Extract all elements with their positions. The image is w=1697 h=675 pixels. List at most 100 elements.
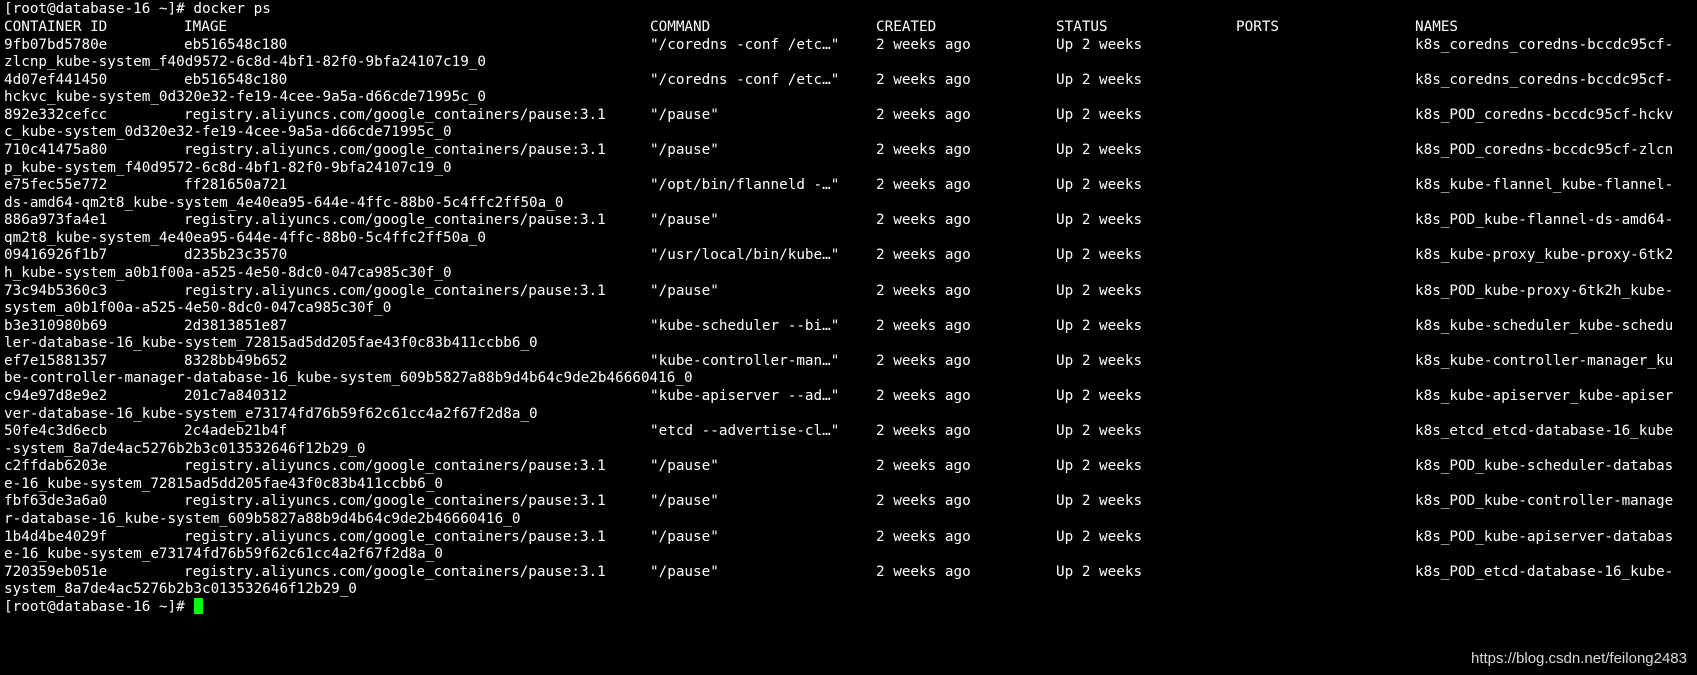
row-command: "/pause" <box>650 282 719 299</box>
row-container-id: e75fec55e772 <box>4 177 108 194</box>
row-command: "/pause" <box>650 458 719 475</box>
watermark-url: https://blog.csdn.net/feilong2483 <box>1471 650 1687 667</box>
row-command: "/pause" <box>650 212 719 229</box>
text-cursor <box>194 597 204 614</box>
row-names: k8s_POD_kube-proxy-6tk2h_kube- <box>1415 282 1674 299</box>
row-image: registry.aliyuncs.com/google_containers/… <box>184 458 606 475</box>
row-image: 8328bb49b652 <box>184 352 288 369</box>
row-command: "/opt/bin/flanneld -…" <box>650 177 840 194</box>
shell-prompt: [root@database-16 ~]# <box>4 1 194 17</box>
row-container-id: b3e310980b69 <box>4 317 108 334</box>
table-row-wrapped-names: r-database-16_kube-system_609b5827a88b9d… <box>4 511 521 528</box>
row-image: registry.aliyuncs.com/google_containers/… <box>184 563 606 580</box>
row-status: Up 2 weeks <box>1056 458 1143 475</box>
row-command: "/pause" <box>650 106 719 123</box>
row-status: Up 2 weeks <box>1056 423 1143 440</box>
row-image: registry.aliyuncs.com/google_containers/… <box>184 106 606 123</box>
row-status: Up 2 weeks <box>1056 388 1143 404</box>
shell-prompt: [root@database-16 ~]# <box>4 598 194 615</box>
row-names: k8s_etcd_etcd-database-16_kube <box>1415 423 1674 440</box>
row-status: Up 2 weeks <box>1056 36 1143 53</box>
row-names: k8s_POD_coredns-bccdc95cf-hckv <box>1415 106 1674 123</box>
row-command: "/pause" <box>650 141 719 158</box>
row-created: 2 weeks ago <box>876 282 971 299</box>
row-command: "etcd --advertise-cl…" <box>650 423 840 440</box>
header-status: STATUS <box>1056 19 1108 35</box>
row-image: 2c4adeb21b4f <box>184 423 288 440</box>
row-status: Up 2 weeks <box>1056 177 1143 194</box>
terminal-window[interactable]: [root@database-16 ~]# docker ps CONTAINE… <box>0 0 1697 675</box>
row-created: 2 weeks ago <box>876 317 971 334</box>
row-status: Up 2 weeks <box>1056 212 1143 229</box>
row-created: 2 weeks ago <box>876 528 971 545</box>
table-row-wrapped-names: be-controller-manager-database-16_kube-s… <box>4 370 693 387</box>
row-names: k8s_POD_coredns-bccdc95cf-zlcn <box>1415 141 1674 158</box>
header-ports: PORTS <box>1236 19 1280 35</box>
row-names: k8s_coredns_coredns-bccdc95cf- <box>1415 71 1674 88</box>
entered-command: docker ps <box>193 1 271 17</box>
row-created: 2 weeks ago <box>876 177 971 194</box>
row-created: 2 weeks ago <box>876 458 971 475</box>
row-command: "/pause" <box>650 493 719 510</box>
row-image: registry.aliyuncs.com/google_containers/… <box>184 493 606 510</box>
table-header: CONTAINER ID IMAGE COMMAND CREATED STATU… <box>4 18 1458 37</box>
row-status: Up 2 weeks <box>1056 493 1143 510</box>
row-command: "/coredns -conf /etc…" <box>650 71 840 88</box>
row-image: eb516548c180 <box>184 36 288 53</box>
row-image: 201c7a840312 <box>184 388 288 404</box>
row-names: k8s_POD_kube-scheduler-databas <box>1415 458 1674 475</box>
row-container-id: 4d07ef441450 <box>4 71 108 88</box>
row-command: "kube-scheduler --bi…" <box>650 317 840 334</box>
row-created: 2 weeks ago <box>876 493 971 510</box>
row-names: k8s_POD_kube-apiserver-databas <box>1415 528 1674 545</box>
row-container-id: 710c41475a80 <box>4 141 108 158</box>
header-image: IMAGE <box>184 19 228 35</box>
row-status: Up 2 weeks <box>1056 317 1143 334</box>
row-status: Up 2 weeks <box>1056 247 1143 264</box>
row-container-id: fbf63de3a6a0 <box>4 493 108 510</box>
row-status: Up 2 weeks <box>1056 141 1143 158</box>
row-status: Up 2 weeks <box>1056 563 1143 580</box>
row-container-id: 9fb07bd5780e <box>4 36 108 53</box>
row-image: eb516548c180 <box>184 71 288 88</box>
row-image: 2d3813851e87 <box>184 317 288 334</box>
row-container-id: 886a973fa4e1 <box>4 212 108 229</box>
final-prompt-line[interactable]: [root@database-16 ~]# <box>4 597 204 617</box>
row-image: registry.aliyuncs.com/google_containers/… <box>184 212 606 229</box>
header-container-id: CONTAINER ID <box>4 19 108 35</box>
table-row-wrapped-names: c_kube-system_0d320e32-fe19-4cee-9a5a-d6… <box>4 124 452 141</box>
table-row-wrapped-names: e-16_kube-system_e73174fd76b59f62c61cc4a… <box>4 546 443 563</box>
row-container-id: 1b4d4be4029f <box>4 528 108 545</box>
row-names: k8s_kube-proxy_kube-proxy-6tk2 <box>1415 247 1674 264</box>
row-created: 2 weeks ago <box>876 106 971 123</box>
row-created: 2 weeks ago <box>876 71 971 88</box>
row-image: ff281650a721 <box>184 177 288 194</box>
row-command: "/pause" <box>650 563 719 580</box>
row-created: 2 weeks ago <box>876 423 971 440</box>
row-names: k8s_kube-flannel_kube-flannel- <box>1415 177 1674 194</box>
table-row-wrapped-names: hckvc_kube-system_0d320e32-fe19-4cee-9a5… <box>4 89 487 106</box>
row-container-id: 892e332cefcc <box>4 106 108 123</box>
table-row-wrapped-names: -system_8a7de4ac5276b2b3c013532646f12b29… <box>4 440 366 457</box>
table-row-wrapped-names: ver-database-16_kube-system_e73174fd76b5… <box>4 405 538 422</box>
table-row-wrapped-names: ler-database-16_kube-system_72815ad5dd20… <box>4 335 538 352</box>
row-command: "/coredns -conf /etc…" <box>650 36 840 53</box>
row-names: k8s_coredns_coredns-bccdc95cf- <box>1415 36 1674 53</box>
row-created: 2 weeks ago <box>876 141 971 158</box>
row-names: k8s_kube-apiserver_kube-apiser <box>1415 388 1674 404</box>
table-row-wrapped-names: zlcnp_kube-system_f40d9572-6c8d-4bf1-82f… <box>4 54 487 71</box>
table-row-wrapped-names: e-16_kube-system_72815ad5dd205fae43f0c83… <box>4 475 443 492</box>
row-image: registry.aliyuncs.com/google_containers/… <box>184 528 606 545</box>
row-names: k8s_POD_kube-flannel-ds-amd64- <box>1415 212 1674 229</box>
row-container-id: 09416926f1b7 <box>4 247 108 264</box>
row-names: k8s_kube-controller-manager_ku <box>1415 352 1674 369</box>
row-names: k8s_POD_kube-controller-manage <box>1415 493 1674 510</box>
row-command: "kube-controller-man…" <box>650 352 840 369</box>
table-row-wrapped-names: ds-amd64-qm2t8_kube-system_4e40ea95-644e… <box>4 194 564 211</box>
row-container-id: 720359eb051e <box>4 563 108 580</box>
row-image: d235b23c3570 <box>184 247 288 264</box>
row-created: 2 weeks ago <box>876 212 971 229</box>
row-status: Up 2 weeks <box>1056 71 1143 88</box>
row-created: 2 weeks ago <box>876 563 971 580</box>
row-status: Up 2 weeks <box>1056 528 1143 545</box>
